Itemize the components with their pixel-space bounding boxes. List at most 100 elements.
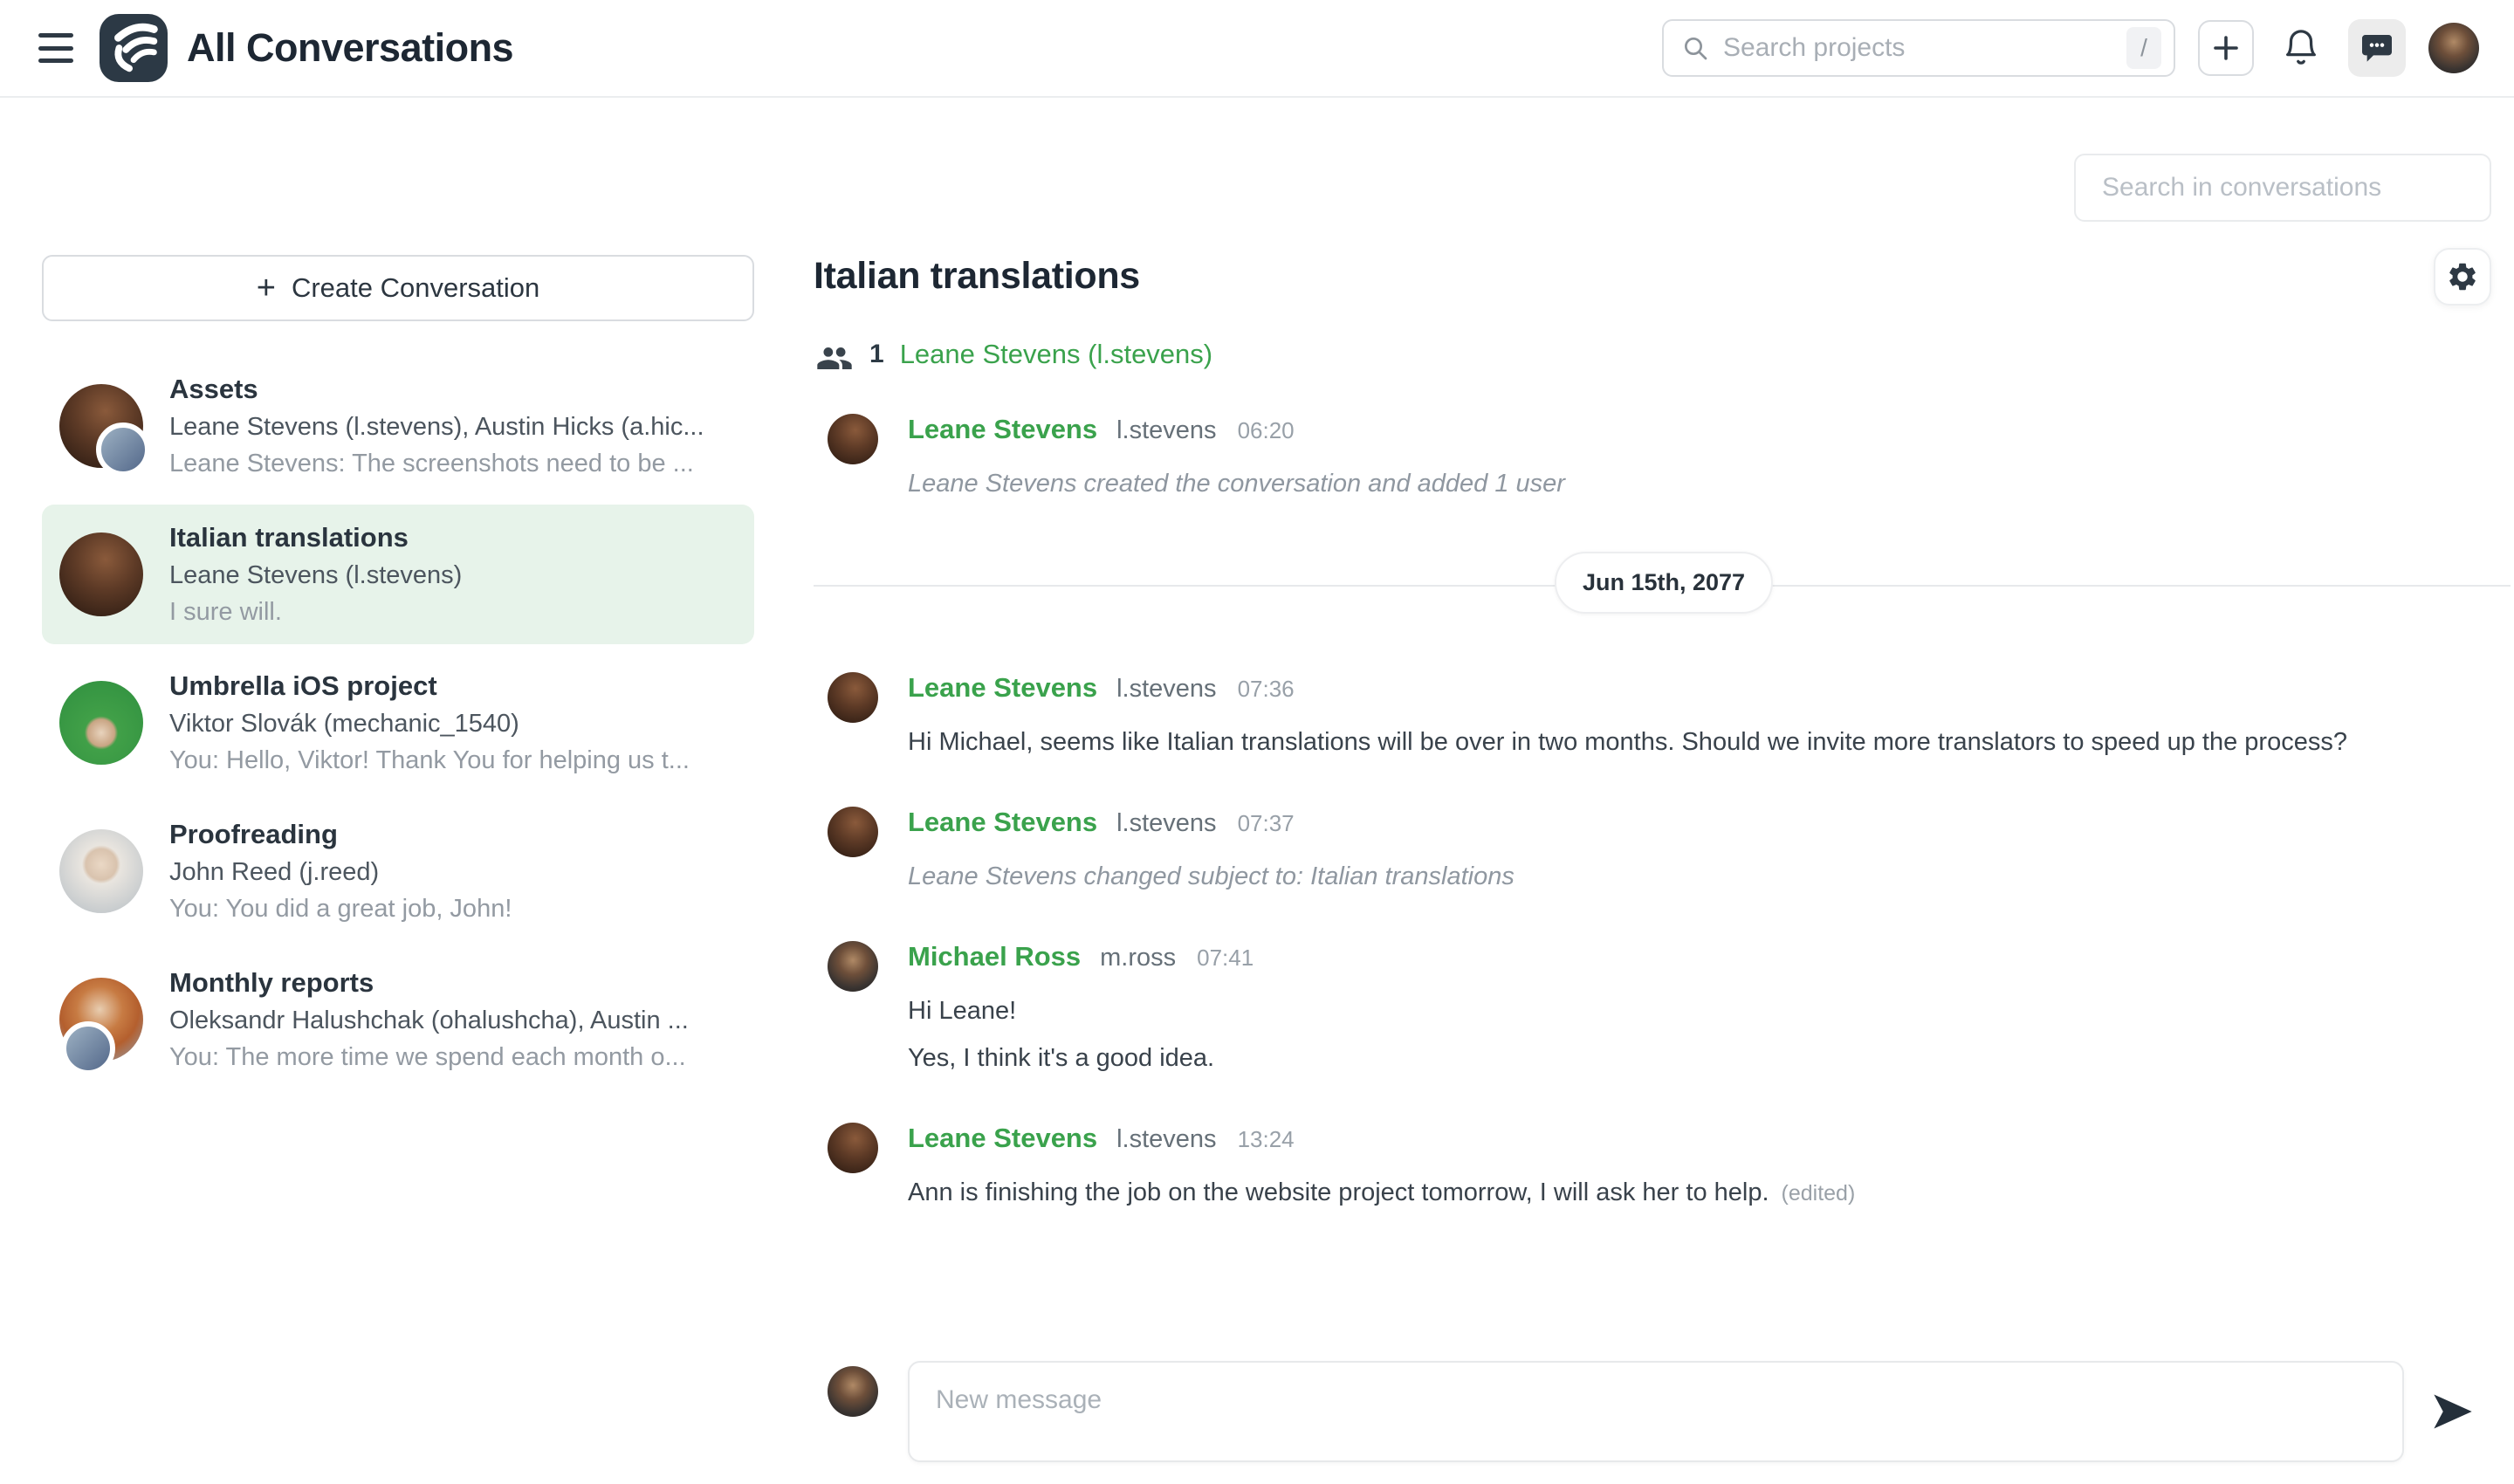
- conversation-avatar: [59, 978, 143, 1061]
- conversation-list-item[interactable]: Assets Leane Stevens (l.stevens), Austin…: [42, 356, 754, 496]
- message-username: l.stevens: [1116, 416, 1216, 445]
- app-logo-icon[interactable]: [100, 14, 168, 82]
- page-title: All Conversations: [187, 25, 513, 71]
- conversation-participants: Viktor Slovák (mechanic_1540): [169, 705, 690, 742]
- message-time: 06:20: [1238, 417, 1295, 444]
- search-in-conversations-input[interactable]: [2074, 154, 2491, 222]
- slash-shortcut-badge: /: [2126, 27, 2161, 69]
- message-avatar: [828, 807, 878, 857]
- chat-header: Italian translations: [814, 255, 2491, 306]
- message-body: Leane Stevens changed subject to: Italia…: [908, 859, 2514, 894]
- message: Michael Ross m.ross 07:41 Hi Leane! Yes, …: [814, 941, 2514, 1075]
- new-message-input[interactable]: [908, 1361, 2404, 1462]
- conversation-list: Assets Leane Stevens (l.stevens), Austin…: [42, 356, 754, 1089]
- message-text-line: Yes, I think it's a good idea.: [908, 1041, 2514, 1075]
- send-button[interactable]: [2427, 1385, 2479, 1438]
- conversation-avatar: [59, 681, 143, 765]
- message-author-link[interactable]: Leane Stevens: [908, 414, 1097, 445]
- message-composer: [814, 1361, 2491, 1466]
- participant-link[interactable]: Leane Stevens (l.stevens): [900, 339, 1212, 370]
- message-text-line: Ann is finishing the job on the website …: [908, 1175, 2514, 1211]
- conversation-title: Italian translations: [169, 519, 462, 557]
- header-actions: /: [1662, 19, 2479, 77]
- plus-icon: +: [257, 271, 276, 305]
- create-new-button[interactable]: [2198, 20, 2254, 76]
- message-body: Ann is finishing the job on the website …: [908, 1175, 2514, 1211]
- search-projects-input[interactable]: [1723, 33, 2112, 63]
- notifications-button[interactable]: [2277, 20, 2325, 76]
- top-header: All Conversations /: [0, 0, 2514, 98]
- message-text-line: Leane Stevens changed subject to: Italia…: [908, 859, 2514, 894]
- conversation-preview: You: Hello, Viktor! Thank You for helpin…: [169, 742, 690, 779]
- conversation-list-item[interactable]: Italian translations Leane Stevens (l.st…: [42, 505, 754, 644]
- message-list: Leane Stevens l.stevens 06:20 Leane Stev…: [814, 414, 2514, 1258]
- chat-panel: Italian translations 1 Leane Stevens (l.…: [814, 98, 2514, 1484]
- composer-avatar: [828, 1366, 878, 1417]
- message-avatar: [828, 414, 878, 464]
- message: Leane Stevens l.stevens 07:37 Leane Stev…: [814, 807, 2514, 894]
- message-time: 13:24: [1238, 1126, 1295, 1153]
- message-username: l.stevens: [1116, 809, 1216, 838]
- conversations-sidebar: + Create Conversation Assets Leane Steve…: [42, 255, 754, 1089]
- conversations-button[interactable]: [2348, 19, 2406, 77]
- conversation-preview: You: The more time we spend each month o…: [169, 1039, 689, 1075]
- conversation-title: Assets: [169, 370, 704, 409]
- message-time: 07:41: [1197, 945, 1254, 972]
- conversation-title: Monthly reports: [169, 964, 689, 1002]
- chat-bubble-icon: [2359, 31, 2394, 65]
- user-avatar[interactable]: [2428, 23, 2479, 73]
- paper-plane-icon: [2430, 1389, 2476, 1434]
- message-author-link[interactable]: Leane Stevens: [908, 807, 1097, 838]
- message-avatar: [828, 672, 878, 723]
- message-body: Hi Leane! Yes, I think it's a good idea.: [908, 993, 2514, 1075]
- message-text-line: Hi Michael, seems like Italian translati…: [908, 725, 2514, 759]
- conversation-participants: Leane Stevens (l.stevens): [169, 557, 462, 594]
- stacked-avatar: [61, 1021, 115, 1075]
- message-username: l.stevens: [1116, 675, 1216, 704]
- conversation-title: Umbrella iOS project: [169, 667, 690, 705]
- conversation-preview: Leane Stevens: The screenshots need to b…: [169, 445, 704, 482]
- conversation-avatar: [59, 829, 143, 913]
- conversation-settings-button[interactable]: [2434, 248, 2491, 306]
- menu-icon[interactable]: [38, 33, 73, 63]
- message-author-link[interactable]: Leane Stevens: [908, 1123, 1097, 1154]
- conversation-preview: I sure will.: [169, 594, 462, 630]
- message-text-line: Leane Stevens created the conversation a…: [908, 466, 2514, 501]
- people-icon: [815, 340, 854, 369]
- participants-count: 1: [869, 340, 884, 369]
- search-icon: [1681, 34, 1709, 62]
- project-search: /: [1662, 19, 2175, 77]
- conversation-preview: You: You did a great job, John!: [169, 890, 512, 927]
- message-author-link[interactable]: Leane Stevens: [908, 672, 1097, 704]
- app-window: All Conversations /: [0, 0, 2514, 1484]
- date-pill: Jun 15th, 2077: [1555, 552, 1773, 614]
- conversation-title: Proofreading: [169, 815, 512, 854]
- conversation-participants: Leane Stevens (l.stevens), Austin Hicks …: [169, 409, 704, 445]
- message-author-link[interactable]: Michael Ross: [908, 941, 1081, 972]
- bell-icon: [2281, 28, 2321, 68]
- gear-icon: [2446, 260, 2479, 293]
- message-avatar: [828, 1123, 878, 1173]
- message-text-line: Hi Leane!: [908, 993, 2514, 1028]
- date-divider: Jun 15th, 2077: [814, 548, 2514, 623]
- message-time: 07:37: [1238, 810, 1295, 837]
- message-body: Hi Michael, seems like Italian translati…: [908, 725, 2514, 759]
- message-time: 07:36: [1238, 676, 1295, 703]
- chat-title: Italian translations: [814, 255, 1140, 298]
- create-conversation-button[interactable]: + Create Conversation: [42, 255, 754, 321]
- message: Leane Stevens l.stevens 07:36 Hi Michael…: [814, 672, 2514, 759]
- stacked-avatar: [96, 423, 150, 477]
- message: Leane Stevens l.stevens 13:24 Ann is fin…: [814, 1123, 2514, 1211]
- conversation-list-item[interactable]: Proofreading John Reed (j.reed) You: You…: [42, 801, 754, 941]
- conversation-avatar: [59, 532, 143, 616]
- conversation-participants: John Reed (j.reed): [169, 854, 512, 890]
- conversation-participants: Oleksandr Halushchak (ohalushcha), Austi…: [169, 1002, 689, 1039]
- message: Leane Stevens l.stevens 06:20 Leane Stev…: [814, 414, 2514, 501]
- message-username: m.ross: [1100, 944, 1176, 972]
- edited-badge: (edited): [1782, 1181, 1856, 1206]
- participants-row: 1 Leane Stevens (l.stevens): [815, 339, 1212, 370]
- message-body: Leane Stevens created the conversation a…: [908, 466, 2514, 501]
- message-avatar: [828, 941, 878, 992]
- conversation-list-item[interactable]: Monthly reports Oleksandr Halushchak (oh…: [42, 950, 754, 1089]
- conversation-list-item[interactable]: Umbrella iOS project Viktor Slovák (mech…: [42, 653, 754, 793]
